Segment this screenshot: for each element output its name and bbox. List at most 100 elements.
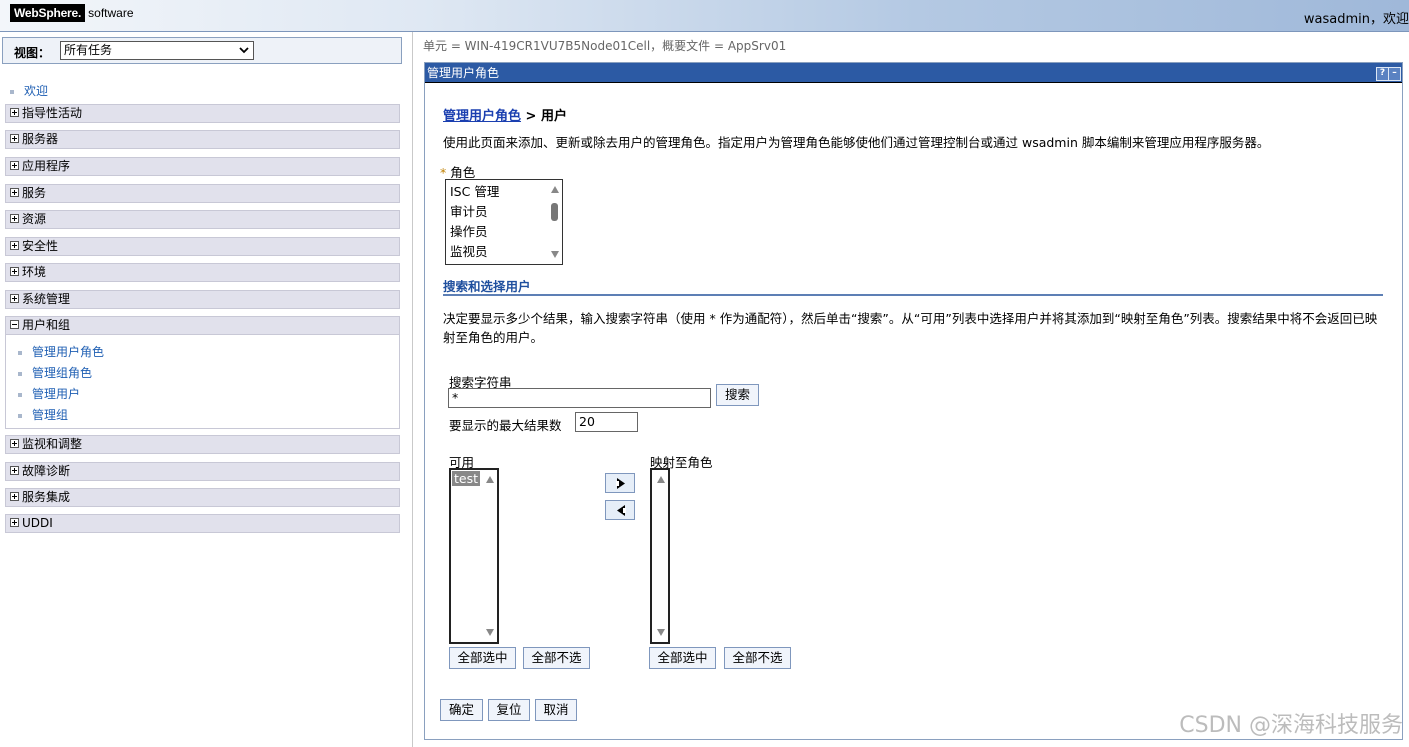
scroll-down-arrow-icon[interactable]	[551, 251, 559, 258]
nav-item-manage-user-roles[interactable]: 管理用户角色	[18, 343, 104, 360]
remove-from-role-button[interactable]	[605, 500, 635, 520]
role-option[interactable]: 审计员	[446, 202, 562, 222]
logo-sub-text: software	[88, 6, 134, 20]
add-to-role-button[interactable]	[605, 473, 635, 493]
expand-icon	[10, 294, 19, 303]
mapped-select-all-button[interactable]: 全部选中	[649, 647, 716, 669]
expand-icon	[10, 108, 19, 117]
available-listbox-scrollbar[interactable]	[483, 471, 496, 641]
nav-item-label: 管理用户角色	[32, 345, 105, 359]
bullet-icon	[10, 89, 14, 94]
expand-icon	[10, 214, 19, 223]
nav-group-troubleshooting[interactable]: 故障诊断	[5, 462, 400, 481]
content-panel: 管理用户角色 ? – 管理用户角色 > 用户 使用此页面来添加、更新或除去用户的…	[424, 62, 1403, 740]
view-select[interactable]: 所有任务	[60, 41, 254, 60]
nav-group-services[interactable]: 服务	[5, 184, 400, 203]
nav-group-label: 应用程序	[22, 159, 71, 173]
nav-group-label: UDDI	[22, 516, 53, 530]
cancel-button[interactable]: 取消	[535, 699, 577, 721]
nav-group-uddi[interactable]: UDDI	[5, 514, 400, 533]
scroll-down-arrow-icon[interactable]	[657, 629, 665, 636]
bullet-icon	[18, 350, 22, 355]
panel-title: 管理用户角色	[427, 66, 500, 80]
nav-group-label: 系统管理	[22, 292, 71, 306]
nav-group-label: 安全性	[22, 239, 59, 253]
available-deselect-all-button[interactable]: 全部不选	[523, 647, 590, 669]
expand-icon	[10, 188, 19, 197]
mapped-deselect-all-button[interactable]: 全部不选	[724, 647, 791, 669]
breadcrumb: 管理用户角色 > 用户	[443, 105, 567, 124]
available-user-option[interactable]: test	[452, 471, 481, 486]
bullet-icon	[18, 371, 22, 376]
role-listbox[interactable]: ISC 管理 审计员 操作员 监视员	[445, 179, 563, 265]
available-select-all-button[interactable]: 全部选中	[449, 647, 516, 669]
reset-button[interactable]: 复位	[488, 699, 530, 721]
search-description: 决定要显示多少个结果，输入搜索字符串（使用 * 作为通配符），然后单击“搜索”。…	[443, 311, 1378, 345]
role-listbox-scrollbar[interactable]	[548, 181, 561, 263]
nav-group-environment[interactable]: 环境	[5, 263, 400, 282]
scroll-thumb[interactable]	[551, 203, 558, 221]
nav-group-label: 资源	[22, 212, 47, 226]
top-banner: WebSphere. software wasadmin，欢迎	[0, 0, 1409, 32]
arrow-right-icon	[616, 478, 625, 489]
minimize-icon[interactable]: –	[1388, 67, 1401, 81]
max-results-input[interactable]: 20	[575, 412, 638, 432]
view-select-value: 所有任务	[64, 43, 113, 57]
nav-item-label: 管理组	[32, 408, 69, 422]
available-users-listbox[interactable]: test	[449, 468, 499, 644]
expand-icon	[10, 439, 19, 448]
role-option[interactable]: 操作员	[446, 222, 562, 242]
nav-group-label: 服务集成	[22, 490, 71, 504]
view-bar: 视图： 所有任务	[2, 37, 402, 64]
nav-group-users-and-groups[interactable]: 用户和组	[5, 316, 400, 335]
nav-item-manage-users[interactable]: 管理用户	[18, 385, 80, 402]
search-string-input[interactable]: *	[448, 388, 711, 408]
nav-group-label: 服务器	[22, 132, 59, 146]
mapped-users-listbox[interactable]	[650, 468, 670, 644]
nav-group-label: 故障诊断	[22, 464, 71, 478]
nav-item-manage-group-roles[interactable]: 管理组角色	[18, 364, 92, 381]
role-label-text: 角色	[450, 165, 476, 180]
users-and-groups-items: 管理用户角色 管理组角色 管理用户 管理组	[5, 335, 400, 429]
expand-icon	[10, 134, 19, 143]
breadcrumb-link-user-roles[interactable]: 管理用户角色	[443, 109, 521, 124]
nav-group-monitoring[interactable]: 监视和调整	[5, 435, 400, 454]
expand-icon	[10, 161, 19, 170]
expand-icon	[10, 518, 19, 527]
scroll-up-arrow-icon[interactable]	[486, 476, 494, 483]
nav-link-welcome-label: 欢迎	[24, 84, 49, 98]
required-marker: *	[440, 165, 447, 180]
nav-item-label: 管理用户	[32, 387, 81, 401]
mapped-listbox-scrollbar[interactable]	[654, 471, 668, 641]
bullet-icon	[18, 413, 22, 418]
arrow-left-icon	[617, 505, 626, 516]
nav-item-manage-groups[interactable]: 管理组	[18, 406, 68, 423]
scroll-up-arrow-icon[interactable]	[551, 186, 559, 193]
bullet-icon	[18, 392, 22, 397]
nav-group-guided-activities[interactable]: 指导性活动	[5, 104, 400, 123]
scroll-down-arrow-icon[interactable]	[486, 629, 494, 636]
nav-group-system-admin[interactable]: 系统管理	[5, 290, 400, 309]
scroll-up-arrow-icon[interactable]	[657, 476, 665, 483]
nav-group-label: 服务	[22, 186, 47, 200]
nav-group-service-integration[interactable]: 服务集成	[5, 488, 400, 507]
nav-link-welcome[interactable]: 欢迎	[10, 82, 48, 99]
breadcrumb-separator: >	[521, 109, 541, 124]
collapse-icon	[10, 320, 19, 329]
nav-group-applications[interactable]: 应用程序	[5, 157, 400, 176]
page-description: 使用此页面来添加、更新或除去用户的管理角色。指定用户为管理角色能够使他们通过管理…	[443, 135, 1270, 150]
logo-brand-text: WebSphere.	[10, 4, 86, 22]
nav-group-resources[interactable]: 资源	[5, 210, 400, 229]
expand-icon	[10, 267, 19, 276]
ok-button[interactable]: 确定	[440, 699, 483, 721]
view-label: 视图：	[14, 46, 51, 60]
search-button[interactable]: 搜索	[716, 384, 759, 406]
nav-group-security[interactable]: 安全性	[5, 237, 400, 256]
nav-group-servers[interactable]: 服务器	[5, 130, 400, 149]
breadcrumb-current: 用户	[540, 109, 567, 124]
nav-group-label: 用户和组	[22, 318, 71, 332]
role-option[interactable]: ISC 管理	[446, 182, 562, 202]
role-option[interactable]: 监视员	[446, 242, 562, 262]
websphere-logo: WebSphere. software	[10, 3, 134, 23]
chevron-down-icon	[239, 43, 249, 60]
